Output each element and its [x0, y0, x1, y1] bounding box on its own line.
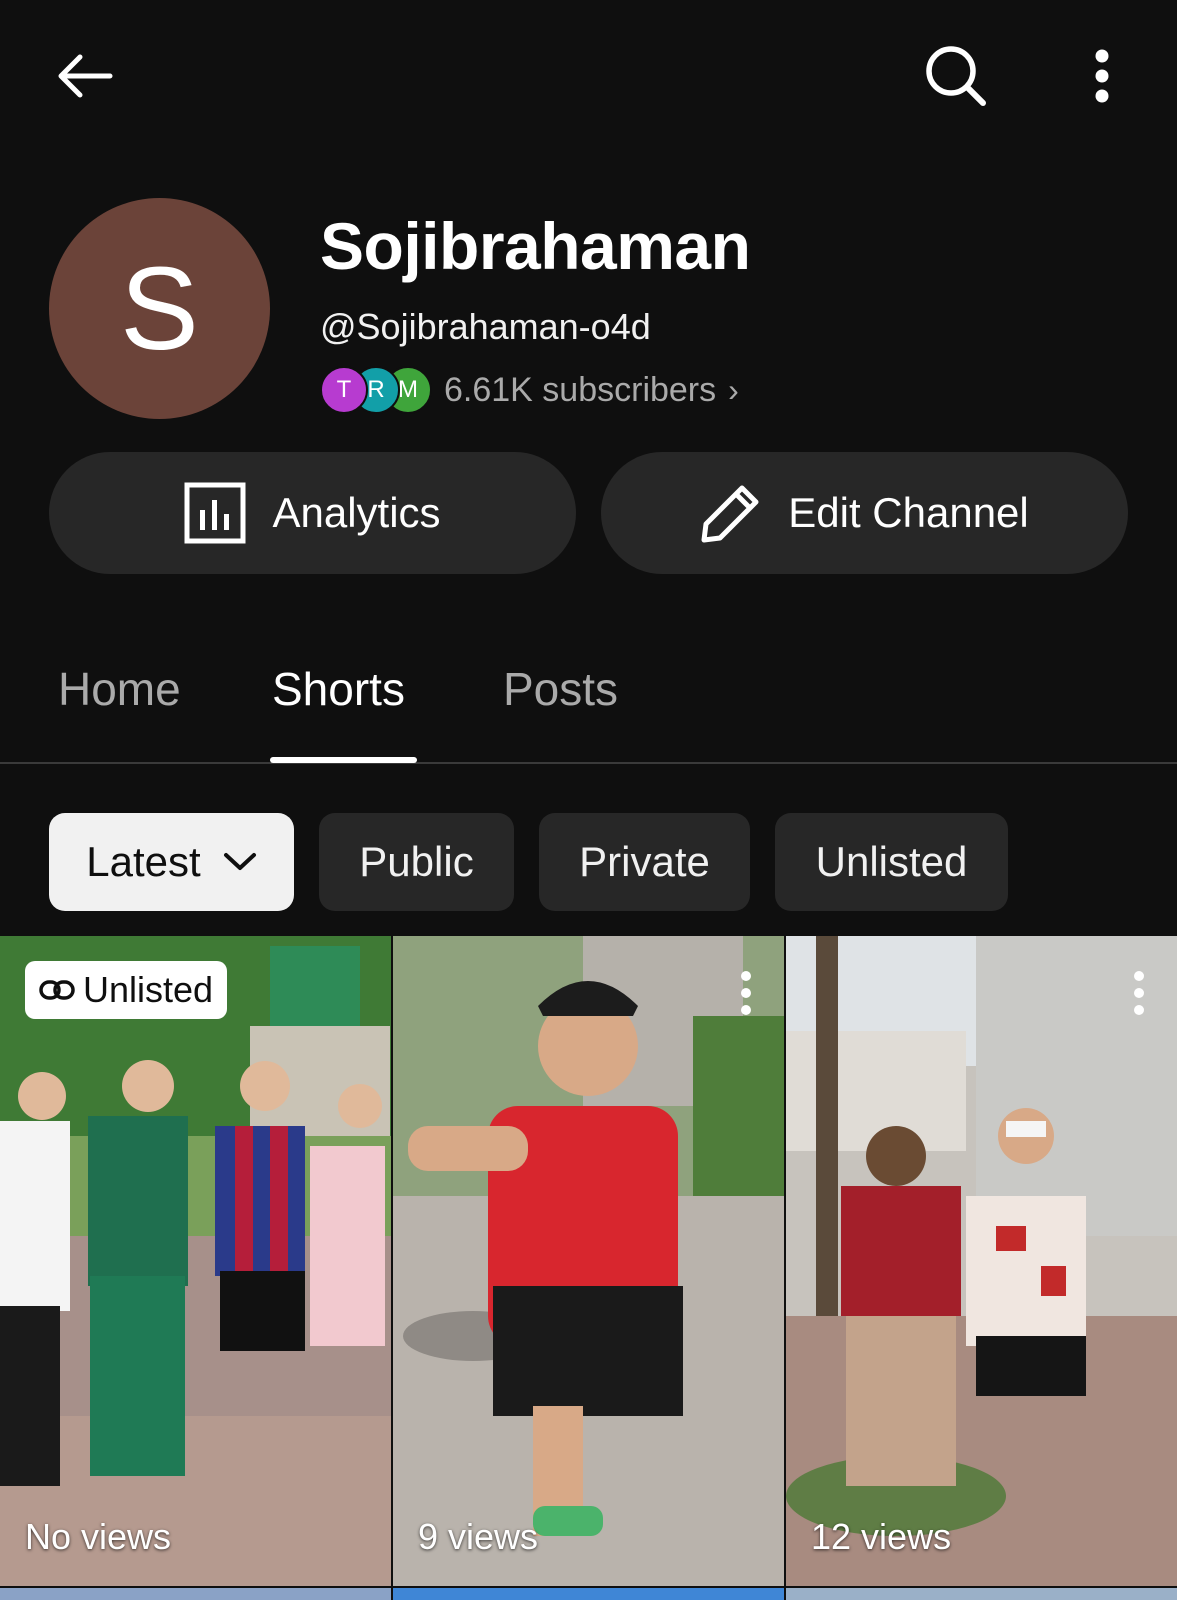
channel-avatar[interactable]: S: [49, 198, 270, 419]
shorts-grid: Unlisted No views 9 views 12 views: [0, 936, 1177, 1600]
next-row-thumbnails: [0, 1588, 1177, 1600]
thumbnail-image: [0, 936, 391, 1586]
subscribers-link[interactable]: M R T 6.61K subscribers ›: [320, 364, 739, 416]
filter-chip-unlisted[interactable]: Unlisted: [775, 813, 1008, 911]
edit-channel-label: Edit Channel: [788, 489, 1029, 536]
short-thumbnail[interactable]: [0, 1588, 391, 1600]
selected-tab-indicator: [270, 757, 417, 763]
short-thumbnail[interactable]: 9 views: [393, 936, 784, 1586]
more-vertical-icon: [1095, 49, 1109, 103]
back-button[interactable]: [48, 40, 120, 112]
pencil-icon: [701, 485, 759, 543]
arrow-left-icon: [58, 54, 113, 98]
sort-label: Latest: [86, 838, 201, 885]
subscriber-count: 6.61K subscribers: [444, 370, 717, 409]
subscriber-avatar: T: [320, 366, 368, 414]
tab-posts[interactable]: Posts: [503, 662, 618, 716]
analytics-button[interactable]: Analytics: [49, 452, 576, 574]
more-options-button[interactable]: [1072, 40, 1132, 112]
more-vertical-icon[interactable]: [1129, 968, 1149, 1018]
search-icon: [926, 46, 986, 106]
filter-chip-public[interactable]: Public: [319, 813, 514, 911]
view-count: 12 views: [811, 1516, 952, 1557]
top-bar: [0, 0, 1177, 150]
subscriber-avatars: M R T: [320, 365, 432, 415]
short-thumbnail[interactable]: 12 views: [786, 936, 1177, 1586]
chevron-down-icon: [223, 853, 256, 870]
more-vertical-icon[interactable]: [736, 968, 756, 1018]
view-count: 9 views: [418, 1516, 539, 1557]
edit-channel-button[interactable]: Edit Channel: [601, 452, 1128, 574]
short-thumbnail[interactable]: Unlisted No views: [0, 936, 391, 1586]
bar-chart-icon: [184, 482, 246, 544]
thumbnail-image: [393, 936, 784, 1586]
view-count: No views: [25, 1516, 172, 1557]
short-thumbnail[interactable]: [786, 1588, 1177, 1600]
tab-shorts[interactable]: Shorts: [272, 662, 405, 716]
unlisted-badge: Unlisted: [25, 961, 228, 1019]
chevron-right-icon: ›: [728, 371, 739, 408]
tab-home[interactable]: Home: [58, 662, 181, 716]
channel-tabs: Home Shorts Posts: [0, 640, 1177, 764]
sort-dropdown[interactable]: Latest: [49, 813, 294, 911]
link-icon: [39, 980, 75, 1000]
short-thumbnail[interactable]: [393, 1588, 784, 1600]
filter-chip-private[interactable]: Private: [539, 813, 750, 911]
thumbnail-image: [786, 936, 1177, 1586]
analytics-label: Analytics: [272, 489, 441, 536]
search-button[interactable]: [918, 38, 994, 114]
channel-name: Sojibrahaman: [320, 209, 751, 283]
unlisted-badge-label: Unlisted: [83, 969, 214, 1010]
channel-handle: @Sojibrahaman-o4d: [320, 306, 651, 347]
